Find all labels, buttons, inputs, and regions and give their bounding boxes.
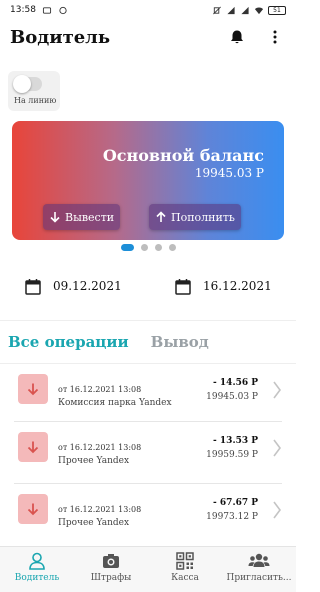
- date-to-value: 16.12.2021: [203, 279, 272, 293]
- calendar-icon: [175, 278, 191, 295]
- operation-description: Комиссия парка Yandex: [58, 398, 172, 408]
- carousel-dot-3[interactable]: [154, 243, 162, 251]
- operation-amount: - 13.53 Р: [213, 436, 258, 446]
- topup-label: Пополнить: [171, 210, 235, 224]
- operation-date: от 16.12.2021 13:08: [58, 505, 142, 514]
- operation-description: Прочее Yandex: [58, 456, 130, 466]
- operation-amount: - 67.67 Р: [213, 498, 258, 508]
- nav-fines-label: Штрафы: [90, 573, 132, 583]
- signal-icon: [227, 6, 235, 14]
- status-bar: 13:58 51: [0, 0, 296, 20]
- debit-icon: [18, 494, 48, 524]
- mute-icon: [213, 6, 221, 14]
- carousel-dot-4[interactable]: [168, 243, 176, 251]
- bottom-nav: Водитель Штрафы Касса Пригласить...: [0, 546, 296, 592]
- notifications-button[interactable]: [226, 26, 248, 48]
- nav-invite-label: Пригласить...: [226, 573, 292, 583]
- bell-icon: [231, 30, 243, 44]
- nav-driver[interactable]: Водитель: [0, 547, 74, 592]
- camera-icon: [103, 554, 119, 568]
- date-from-field[interactable]: 09.12.2021: [25, 274, 122, 298]
- operation-balance: 19973.12 Р: [206, 512, 258, 522]
- group-icon: [248, 553, 270, 567]
- more-vertical-icon: [273, 30, 277, 44]
- operation-balance: 19959.59 Р: [206, 450, 258, 460]
- arrow-up-icon: [156, 211, 166, 222]
- wifi-icon: [254, 7, 264, 14]
- operation-date: от 16.12.2021 13:08: [58, 443, 142, 452]
- withdraw-button[interactable]: Вывести: [43, 204, 121, 230]
- arrow-down-icon: [50, 212, 60, 223]
- debit-icon: [18, 374, 48, 404]
- tab-withdrawals[interactable]: Вывод: [151, 333, 209, 351]
- notification-icon: [42, 6, 51, 14]
- date-from-value: 09.12.2021: [53, 279, 122, 293]
- online-toggle[interactable]: [13, 75, 42, 93]
- divider: [14, 421, 282, 422]
- online-label: На линию: [14, 96, 57, 105]
- nav-fines[interactable]: Штрафы: [74, 547, 148, 592]
- operation-description: Прочее Yandex: [58, 518, 130, 528]
- balance-title: Основной баланс: [102, 146, 264, 165]
- page-title: Водитель: [10, 26, 111, 48]
- status-time: 13:58: [10, 5, 36, 15]
- debit-icon: [18, 432, 48, 462]
- more-menu-button[interactable]: [264, 26, 286, 48]
- battery-level: 51: [273, 6, 281, 14]
- topup-button[interactable]: Пополнить: [149, 204, 241, 230]
- arrow-down-icon: [27, 503, 39, 516]
- operation-amount: - 14.56 Р: [213, 378, 258, 388]
- tab-all-operations[interactable]: Все операции: [8, 333, 129, 351]
- date-to-field[interactable]: 16.12.2021: [175, 274, 272, 298]
- battery-icon: 51: [268, 5, 286, 15]
- nav-driver-label: Водитель: [14, 573, 60, 583]
- calendar-icon: [25, 278, 41, 295]
- withdraw-label: Вывести: [65, 210, 115, 224]
- nav-cashier[interactable]: Касса: [148, 547, 222, 592]
- nav-cashier-label: Касса: [171, 573, 199, 583]
- list-item[interactable]: от 16.12.2021 13:08 Прочее Yandex - 13.5…: [0, 426, 296, 478]
- balance-amount: 19945.03 Р: [194, 166, 264, 180]
- carousel-indicator: [0, 243, 296, 251]
- nav-invite[interactable]: Пригласить...: [222, 547, 296, 592]
- carousel-dot-2[interactable]: [140, 243, 148, 251]
- carousel-dot-1[interactable]: [120, 243, 134, 251]
- qr-code-icon: [176, 552, 194, 570]
- balance-card: Основной баланс 19945.03 Р Вывести Попол…: [12, 121, 284, 240]
- chevron-right-icon: [273, 381, 281, 399]
- toggle-knob: [13, 75, 31, 93]
- divider: [14, 483, 282, 484]
- operations-tabs: Все операции Вывод: [0, 320, 296, 364]
- arrow-down-icon: [27, 441, 39, 454]
- operation-balance: 19945.03 Р: [206, 392, 258, 402]
- chevron-right-icon: [273, 439, 281, 457]
- signal-icon-2: [241, 6, 249, 14]
- chevron-right-icon: [273, 501, 281, 519]
- list-item[interactable]: от 16.12.2021 13:08 Комиссия парка Yande…: [0, 368, 296, 420]
- arrow-down-icon: [27, 383, 39, 396]
- person-icon: [29, 552, 45, 570]
- notification-icon-2: [59, 6, 67, 14]
- list-item[interactable]: от 16.12.2021 13:08 Прочее Yandex - 67.6…: [0, 488, 296, 540]
- operation-date: от 16.12.2021 13:08: [58, 385, 142, 394]
- online-toggle-card: На линию: [8, 71, 60, 111]
- app-header: Водитель: [0, 20, 296, 54]
